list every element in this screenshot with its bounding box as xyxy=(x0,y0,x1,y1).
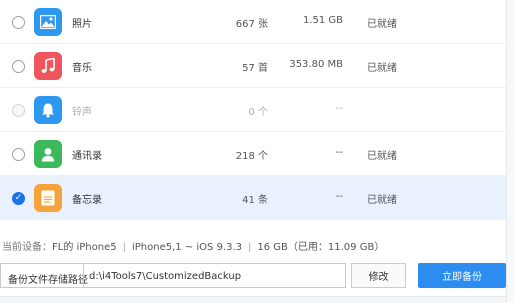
item-count: 41 条 xyxy=(242,195,268,206)
list-item-contacts[interactable]: 通讯录 218 个 -- 已就绪 xyxy=(0,132,506,176)
item-name: 通讯录 xyxy=(72,151,102,162)
item-name: 备忘录 xyxy=(72,195,102,206)
separator: | xyxy=(122,242,126,253)
item-size: 1.51 GB xyxy=(302,15,343,26)
right-edge xyxy=(506,0,514,303)
device-storage: 16 GB（已用：11.09 GB） xyxy=(257,242,385,253)
list-item-photos[interactable]: 照片 667 张 1.51 GB 已就绪 xyxy=(0,0,506,44)
check-icon: ✓ xyxy=(14,193,23,203)
backup-path-bar: 备份文件存储路径 修改 立即备份 xyxy=(0,263,514,290)
notes-icon xyxy=(34,184,62,212)
backup-path-input[interactable] xyxy=(89,271,339,282)
item-status: 已就绪 xyxy=(367,195,397,206)
edit-path-button[interactable]: 修改 xyxy=(351,263,406,288)
device-info: 当前设备：FL的 iPhone5 | iPhone5,1 ~ iOS 9.3.3 | 1… xyxy=(2,238,384,253)
music-icon xyxy=(34,52,62,80)
item-status: 已就绪 xyxy=(367,151,397,162)
radio-button[interactable] xyxy=(12,16,25,29)
item-count: 667 张 xyxy=(235,19,268,30)
backup-path-label: 备份文件存储路径 xyxy=(8,275,88,286)
item-name: 照片 xyxy=(72,19,92,30)
radio-button-checked[interactable]: ✓ xyxy=(12,192,25,205)
device-label: 当前设备： xyxy=(2,242,52,253)
list-item-ringtones: 铃声 0 个 -- xyxy=(0,88,506,132)
device-name: FL的 iPhone5 xyxy=(52,242,117,253)
photos-icon xyxy=(34,8,62,36)
contacts-icon xyxy=(34,140,62,168)
item-name: 音乐 xyxy=(72,63,92,74)
backup-item-list: 照片 667 张 1.51 GB 已就绪 音乐 57 首 353.80 MB 已… xyxy=(0,0,506,220)
item-size: -- xyxy=(335,103,343,114)
radio-button xyxy=(12,104,25,117)
item-name: 铃声 xyxy=(72,107,92,118)
item-status: 已就绪 xyxy=(367,19,397,30)
list-item-music[interactable]: 音乐 57 首 353.80 MB 已就绪 xyxy=(0,44,506,88)
list-item-notes[interactable]: ✓ 备忘录 41 条 -- 已就绪 xyxy=(0,176,506,220)
item-status: 已就绪 xyxy=(367,63,397,74)
backup-path-field: 备份文件存储路径 xyxy=(0,263,346,288)
device-model: iPhone5,1 ~ iOS 9.3.3 xyxy=(132,242,243,253)
item-count: 218 个 xyxy=(235,151,268,162)
bell-icon xyxy=(34,96,62,124)
radio-button[interactable] xyxy=(12,60,25,73)
divider xyxy=(83,264,84,287)
bottom-border xyxy=(0,296,514,303)
item-count: 57 首 xyxy=(242,63,268,74)
backup-now-button[interactable]: 立即备份 xyxy=(418,263,506,288)
item-size: -- xyxy=(335,147,343,158)
separator: | xyxy=(248,242,252,253)
item-size: 353.80 MB xyxy=(289,59,343,70)
item-count: 0 个 xyxy=(248,107,268,118)
radio-button[interactable] xyxy=(12,148,25,161)
item-size: -- xyxy=(335,191,343,202)
